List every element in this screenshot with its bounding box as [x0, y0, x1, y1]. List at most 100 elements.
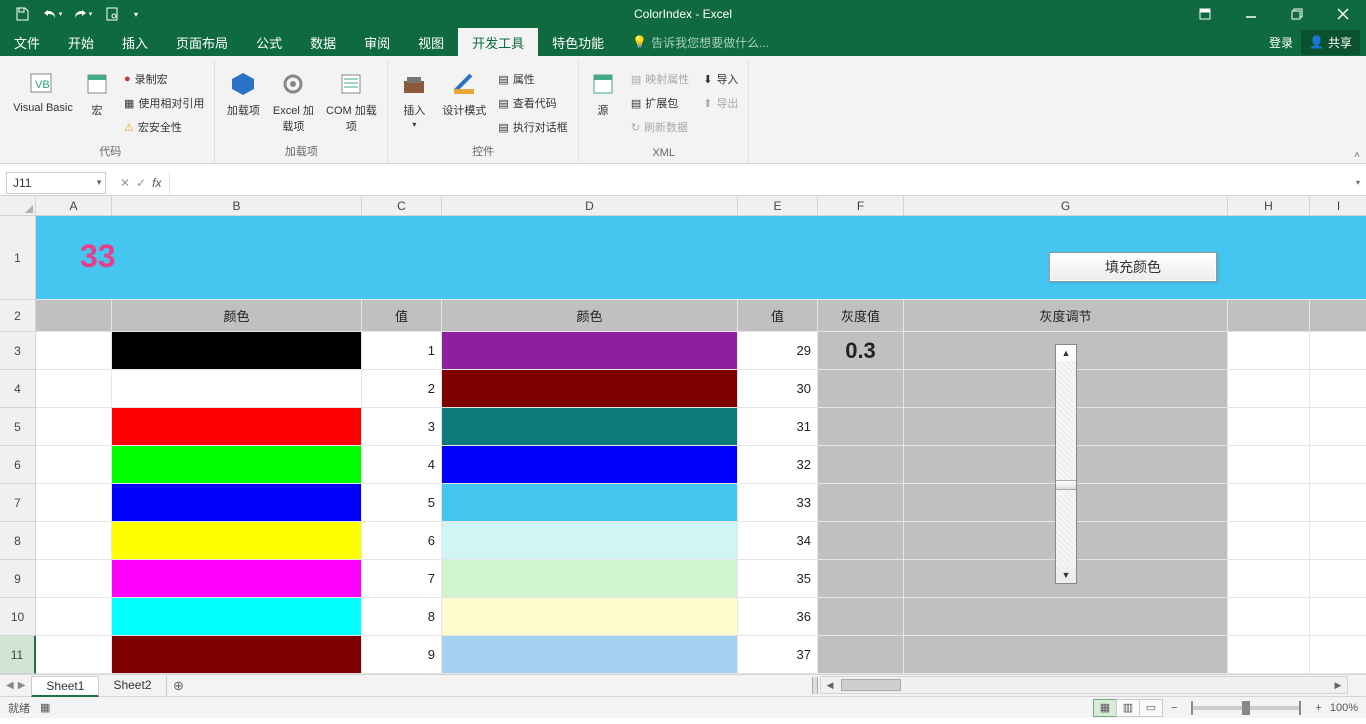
qat-customize-icon[interactable]: ▾ [128, 2, 144, 26]
cell[interactable] [36, 446, 112, 484]
color-swatch[interactable] [112, 522, 362, 560]
cell[interactable]: 33 [738, 484, 818, 522]
color-swatch[interactable] [112, 446, 362, 484]
cell[interactable] [36, 522, 112, 560]
col-head-B[interactable]: B [112, 196, 362, 216]
scroll-right-icon[interactable]: ▶ [1329, 680, 1347, 691]
cell[interactable] [1228, 408, 1310, 446]
cell[interactable]: 9 [362, 636, 442, 674]
cell[interactable]: 35 [738, 560, 818, 598]
row-head-7[interactable]: 7 [0, 484, 36, 522]
cell[interactable]: 30 [738, 370, 818, 408]
gray-adjust-cell[interactable] [904, 598, 1228, 636]
visual-basic-button[interactable]: VB Visual Basic [12, 64, 74, 114]
run-dialog-button[interactable]: ▤执行对话框 [494, 116, 571, 138]
cell[interactable] [1228, 446, 1310, 484]
name-box[interactable]: J11▼ [6, 172, 106, 194]
save-icon[interactable] [8, 2, 36, 26]
spin-up-icon[interactable]: ▲ [1056, 345, 1076, 361]
properties-button[interactable]: ▤属性 [494, 68, 571, 90]
tab-特色功能[interactable]: 特色功能 [538, 28, 618, 56]
fill-color-button[interactable]: 填充颜色 [1049, 252, 1217, 282]
col-head-C[interactable]: C [362, 196, 442, 216]
cell[interactable]: 6 [362, 522, 442, 560]
gray-value-cell[interactable]: 0.3 [818, 332, 904, 370]
fx-icon[interactable]: fx [152, 176, 161, 190]
cell[interactable] [1228, 370, 1310, 408]
header-cell[interactable]: 值 [362, 300, 442, 332]
tab-页面布局[interactable]: 页面布局 [162, 28, 242, 56]
cell[interactable]: 1 [362, 332, 442, 370]
zoom-out-button[interactable]: − [1171, 702, 1177, 714]
undo-icon[interactable]: ▾ [38, 2, 66, 26]
color-swatch[interactable] [442, 332, 738, 370]
collapse-ribbon-icon[interactable]: ˄ [1354, 150, 1360, 161]
cell[interactable] [1310, 598, 1366, 636]
cell[interactable] [1228, 332, 1310, 370]
header-cell[interactable] [36, 300, 112, 332]
color-swatch[interactable] [112, 560, 362, 598]
page-break-view-button[interactable]: ▭ [1139, 699, 1163, 717]
expansion-pack-button[interactable]: ▤扩展包 [627, 92, 693, 114]
view-code-button[interactable]: ▤查看代码 [494, 92, 571, 114]
excel-addins-button[interactable]: Excel 加载项 [271, 64, 315, 134]
cell[interactable]: 7 [362, 560, 442, 598]
cell[interactable]: 2 [362, 370, 442, 408]
cell[interactable]: 8 [362, 598, 442, 636]
use-relative-refs-button[interactable]: ▦使用相对引用 [120, 92, 208, 114]
cell[interactable] [36, 332, 112, 370]
cell[interactable] [1228, 522, 1310, 560]
cell[interactable]: 4 [362, 446, 442, 484]
zoom-slider[interactable] [1191, 706, 1301, 710]
color-swatch[interactable] [442, 560, 738, 598]
cell[interactable] [1228, 484, 1310, 522]
cell[interactable]: 3 [362, 408, 442, 446]
row-head-10[interactable]: 10 [0, 598, 36, 636]
gray-value-cell[interactable] [818, 408, 904, 446]
formula-input[interactable]: ▾ [170, 172, 1366, 194]
gray-value-cell[interactable] [818, 560, 904, 598]
color-swatch[interactable] [112, 484, 362, 522]
cell[interactable] [1228, 598, 1310, 636]
row-head-5[interactable]: 5 [0, 408, 36, 446]
sheet-tab-Sheet1[interactable]: Sheet1 [31, 676, 99, 697]
scroll-thumb[interactable] [841, 679, 901, 691]
row-head-8[interactable]: 8 [0, 522, 36, 560]
color-swatch[interactable] [442, 636, 738, 674]
row-head-2[interactable]: 2 [0, 300, 36, 332]
design-mode-button[interactable]: 设计模式 [440, 64, 488, 118]
header-cell[interactable] [1310, 300, 1366, 332]
close-button[interactable] [1320, 0, 1366, 28]
cell[interactable] [36, 408, 112, 446]
tab-开始[interactable]: 开始 [54, 28, 108, 56]
cell[interactable] [1310, 484, 1366, 522]
insert-control-button[interactable]: 插入▾ [394, 64, 434, 129]
tell-me[interactable]: 💡 告诉我您想要做什么... [632, 34, 769, 51]
add-sheet-button[interactable]: ⊕ [167, 678, 191, 694]
gray-value-cell[interactable] [818, 522, 904, 560]
cell[interactable] [1310, 522, 1366, 560]
page-layout-view-button[interactable]: ▥ [1116, 699, 1140, 717]
cell[interactable] [1310, 408, 1366, 446]
tab-插入[interactable]: 插入 [108, 28, 162, 56]
color-swatch[interactable] [442, 484, 738, 522]
col-head-D[interactable]: D [442, 196, 738, 216]
gray-value-cell[interactable] [818, 370, 904, 408]
sheet-nav[interactable]: ◀▶ [0, 680, 31, 691]
cell[interactable] [1310, 370, 1366, 408]
expand-formula-icon[interactable]: ▾ [1356, 178, 1360, 187]
tab-开发工具[interactable]: 开发工具 [458, 28, 538, 56]
col-head-H[interactable]: H [1228, 196, 1310, 216]
cell[interactable] [36, 598, 112, 636]
color-swatch[interactable] [442, 446, 738, 484]
cell[interactable] [1310, 636, 1366, 674]
cell[interactable]: 29 [738, 332, 818, 370]
col-head-A[interactable]: A [36, 196, 112, 216]
gray-spinner[interactable]: ▲▼ [1055, 344, 1077, 584]
row-head-3[interactable]: 3 [0, 332, 36, 370]
zoom-level[interactable]: 100% [1330, 702, 1358, 714]
tab-文件[interactable]: 文件 [0, 28, 54, 56]
cell[interactable]: 34 [738, 522, 818, 560]
col-head-E[interactable]: E [738, 196, 818, 216]
color-swatch[interactable] [112, 598, 362, 636]
